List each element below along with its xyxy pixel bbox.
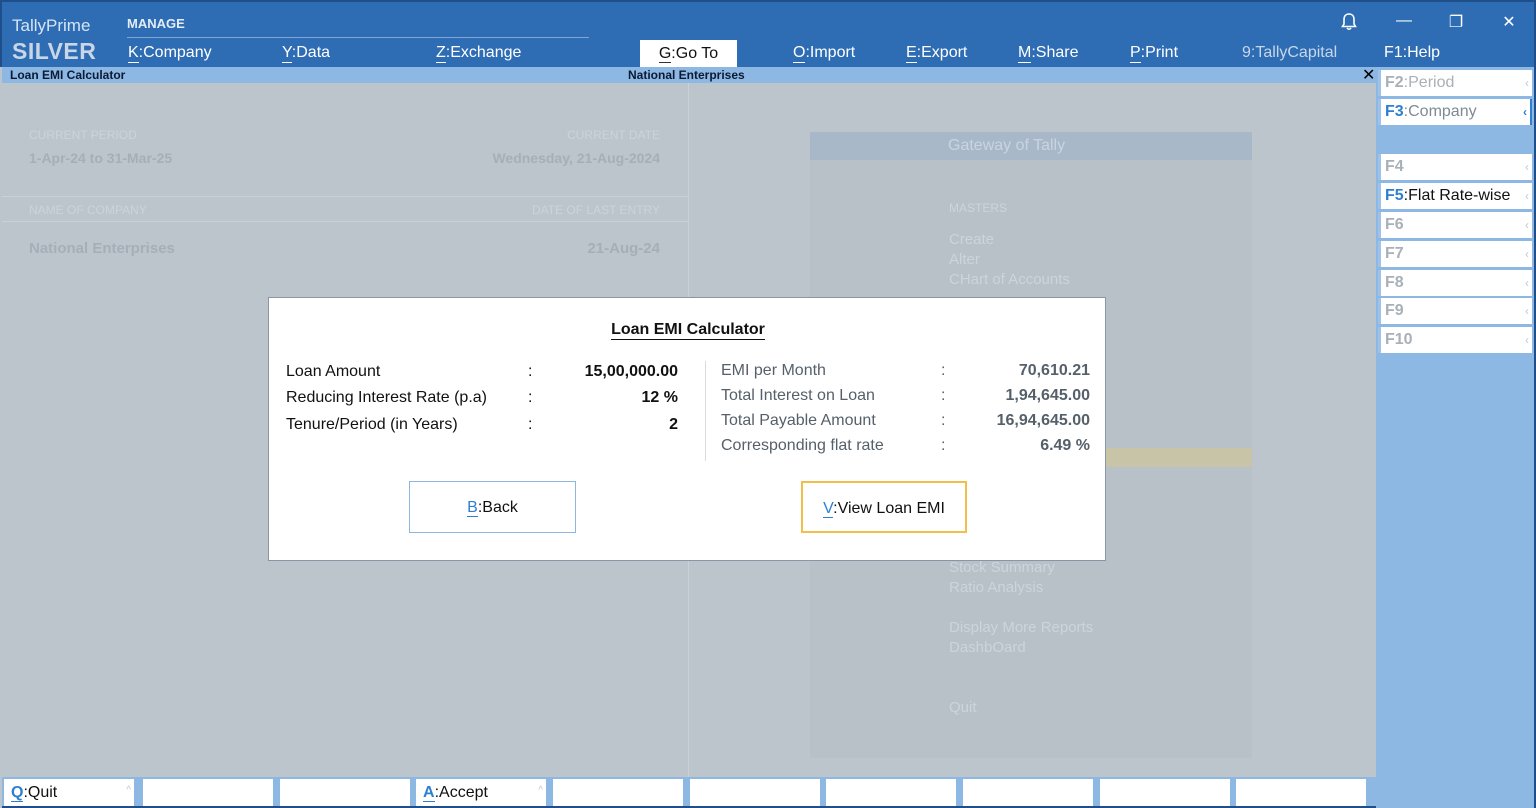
current-date-value: Wednesday, 21-Aug-2024 (492, 150, 660, 166)
chevron-left-icon: ‹ (1525, 333, 1529, 347)
chevron-up-icon: ^ (126, 785, 131, 796)
bottom-slot[interactable] (1100, 779, 1230, 806)
sidebar-f5-flat-rate-wise[interactable]: F5:Flat Rate-wise ‹ (1378, 183, 1532, 209)
brand-name: TallyPrime (12, 16, 91, 35)
loan-emi-dialog: Loan EMI Calculator Loan Amount : 15,00,… (268, 297, 1106, 561)
sidebar-f2-period[interactable]: F2:Period ‹ (1378, 70, 1532, 96)
total-interest-row: Total Interest on Loan : 1,94,645.00 (721, 387, 1090, 404)
tenure-row[interactable]: Tenure/Period (in Years) : 2 (286, 416, 678, 434)
menu-help[interactable]: F1:Help (1384, 44, 1440, 62)
sidebar-f6[interactable]: F6 ‹ (1378, 212, 1532, 238)
interest-rate-value[interactable]: 12 % (642, 389, 678, 407)
sidebar-f7[interactable]: F7 ‹ (1378, 241, 1532, 267)
flat-rate-row: Corresponding flat rate : 6.49 % (721, 437, 1090, 454)
chevron-left-icon: ‹ (1525, 76, 1529, 90)
window-close-icon[interactable]: ✕ (1499, 12, 1519, 32)
minimize-icon[interactable]: — (1394, 12, 1414, 30)
company-title: National Enterprises (628, 68, 745, 82)
bottom-slot[interactable] (1236, 779, 1366, 806)
gateway-item[interactable]: Stock Summary (949, 559, 1055, 576)
interest-rate-row[interactable]: Reducing Interest Rate (p.a) : 12 % (286, 389, 678, 407)
menu-data[interactable]: Y:Data (282, 44, 330, 63)
function-key-sidebar: F2:Period ‹ F3:Company ‹ F4 ‹ F5:Flat Rate-… (1376, 67, 1536, 808)
menu-export[interactable]: E:Export (906, 44, 967, 63)
menu-company[interactable]: K:Company (128, 44, 212, 63)
emi-per-month-row: EMI per Month : 70,610.21 (721, 362, 1090, 379)
total-payable-value: 16,94,645.00 (996, 412, 1090, 429)
bottom-slot[interactable] (143, 779, 273, 806)
last-entry-label: DATE OF LAST ENTRY (531, 203, 660, 217)
gateway-item[interactable]: Create (949, 231, 994, 248)
sidebar-f9[interactable]: F9 ‹ (1378, 298, 1532, 324)
screen-close-icon[interactable]: ✕ (1362, 65, 1375, 85)
divider (2, 196, 688, 197)
total-interest-value: 1,94,645.00 (1005, 387, 1090, 404)
gateway-title: Gateway of Tally (810, 132, 1252, 160)
total-payable-row: Total Payable Amount : 16,94,645.00 (721, 412, 1090, 429)
current-period-value: 1-Apr-24 to 31-Mar-25 (29, 150, 173, 166)
flat-rate-value: 6.49 % (1040, 437, 1090, 454)
chevron-up-icon: ^ (538, 785, 543, 796)
bottom-slot[interactable] (553, 779, 683, 806)
chevron-left-icon: ‹ (1525, 247, 1529, 261)
menu-print[interactable]: P:Print (1130, 44, 1178, 63)
bell-icon[interactable] (1339, 12, 1359, 32)
chevron-left-icon: ‹ (1525, 189, 1529, 203)
tenure-value[interactable]: 2 (669, 416, 678, 434)
chevron-left-icon: ‹ (1525, 304, 1529, 318)
sidebar-f8[interactable]: F8 ‹ (1378, 270, 1532, 296)
chevron-left-icon: ‹ (1525, 276, 1529, 290)
bottom-slot[interactable] (280, 779, 410, 806)
chevron-left-icon: ‹ (1523, 105, 1527, 119)
manage-divider (127, 37, 589, 38)
current-date-label: CURRENT DATE (567, 128, 660, 142)
sidebar-f10[interactable]: F10 ‹ (1378, 327, 1532, 353)
manage-label: MANAGE (127, 16, 185, 31)
bottom-slot[interactable] (826, 779, 956, 806)
loan-amount-row[interactable]: Loan Amount : 15,00,000.00 (286, 363, 678, 381)
company-name-label: NAME OF COMPANY (29, 203, 147, 217)
menu-tallycapital[interactable]: 9:TallyCapital (1242, 44, 1337, 62)
chevron-left-icon: ‹ (1525, 160, 1529, 174)
gateway-item[interactable]: DashbOard (949, 639, 1026, 656)
menu-import[interactable]: O:Import (793, 44, 855, 63)
emi-per-month-value: 70,610.21 (1018, 362, 1090, 379)
last-entry-value: 21-Aug-24 (587, 240, 660, 257)
menu-goto[interactable]: G:Go To (640, 40, 737, 67)
screen-title: Loan EMI Calculator (10, 68, 126, 82)
quit-button[interactable]: Q:Quit ^ (4, 779, 134, 806)
loan-amount-value[interactable]: 15,00,000.00 (585, 363, 678, 381)
bottom-slot[interactable] (963, 779, 1093, 806)
current-period-label: CURRENT PERIOD (29, 128, 137, 142)
divider (705, 361, 706, 461)
bottom-slot[interactable] (690, 779, 820, 806)
menu-share[interactable]: M:Share (1018, 44, 1078, 63)
chevron-left-icon: ‹ (1525, 218, 1529, 232)
gateway-item[interactable]: Alter (949, 251, 980, 268)
gateway-item[interactable]: Ratio Analysis (949, 579, 1043, 596)
dialog-title: Loan EMI Calculator (611, 321, 765, 340)
view-loan-emi-button[interactable]: V:View Loan EMI (801, 481, 967, 533)
accept-button[interactable]: A:Accept ^ (416, 779, 546, 806)
menu-exchange[interactable]: Z:Exchange (436, 44, 521, 63)
screen-title-strip: Loan EMI Calculator National Enterprises… (2, 65, 1376, 85)
masters-label: MASTERS (949, 201, 1008, 215)
brand-edition: SILVER (12, 38, 97, 64)
gateway-item[interactable]: Display More Reports (949, 619, 1093, 636)
gateway-item[interactable]: CHart of Accounts (949, 271, 1070, 288)
restore-icon[interactable]: ❐ (1446, 12, 1466, 32)
sidebar-f3-company[interactable]: F3:Company ‹ (1378, 99, 1532, 125)
company-name-value: National Enterprises (29, 240, 175, 257)
bottom-button-bar: Q:Quit ^ A:Accept ^ (2, 777, 1376, 808)
sidebar-f4[interactable]: F4 ‹ (1378, 154, 1532, 180)
divider (2, 221, 688, 222)
gateway-item[interactable]: Quit (949, 699, 977, 716)
top-header: TallyPrime SILVER MANAGE K:Company Y:Dat… (0, 0, 1536, 67)
back-button[interactable]: B:Back (409, 481, 576, 533)
